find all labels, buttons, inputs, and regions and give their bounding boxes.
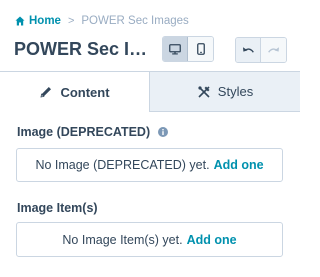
desktop-preview-button[interactable] [163, 37, 189, 61]
mobile-preview-button[interactable] [188, 37, 213, 61]
image-items-empty-state: No Image Item(s) yet. Add one [16, 222, 283, 257]
redo-button[interactable] [261, 38, 286, 62]
tab-content[interactable]: Content [0, 72, 149, 112]
history-controls [235, 37, 287, 63]
breadcrumb-current: POWER Sec Images [81, 15, 189, 27]
page-title[interactable]: POWER Sec Images [14, 39, 160, 60]
info-icon[interactable] [158, 127, 169, 137]
styles-icon [197, 85, 211, 99]
image-deprecated-empty-state: No Image (DEPRECATED) yet. Add one [16, 148, 283, 182]
breadcrumb-home-link[interactable]: Home [29, 15, 61, 27]
sidebar-tabs: Content Styles [0, 71, 300, 112]
field-label-text: Image (DEPRECATED) [17, 125, 151, 139]
title-row: POWER Sec Images [0, 36, 300, 64]
tab-styles-label: Styles [217, 84, 254, 99]
breadcrumb: Home > POWER Sec Images [15, 13, 189, 29]
empty-state-text: No Image Item(s) yet. [62, 232, 183, 247]
undo-button[interactable] [236, 38, 262, 62]
device-preview-toggle [162, 36, 214, 62]
breadcrumb-separator: > [67, 15, 75, 27]
empty-state-text: No Image (DEPRECATED) yet. [35, 158, 210, 172]
add-image-deprecated-link[interactable]: Add one [214, 158, 264, 172]
field-label-image-items: Image Item(s) [17, 201, 98, 215]
mobile-icon [196, 43, 205, 55]
tab-content-label: Content [60, 84, 110, 100]
field-label-image-deprecated: Image (DEPRECATED) [17, 125, 169, 139]
home-icon[interactable] [15, 16, 25, 26]
field-label-text: Image Item(s) [17, 201, 98, 215]
redo-icon [267, 46, 280, 55]
add-image-item-link[interactable]: Add one [187, 233, 237, 247]
undo-icon [242, 46, 255, 55]
pencil-icon [39, 85, 53, 99]
editor-header: Home > POWER Sec Images POWER Sec Images [0, 0, 300, 72]
tab-styles[interactable]: Styles [149, 72, 300, 112]
desktop-icon [169, 43, 181, 55]
